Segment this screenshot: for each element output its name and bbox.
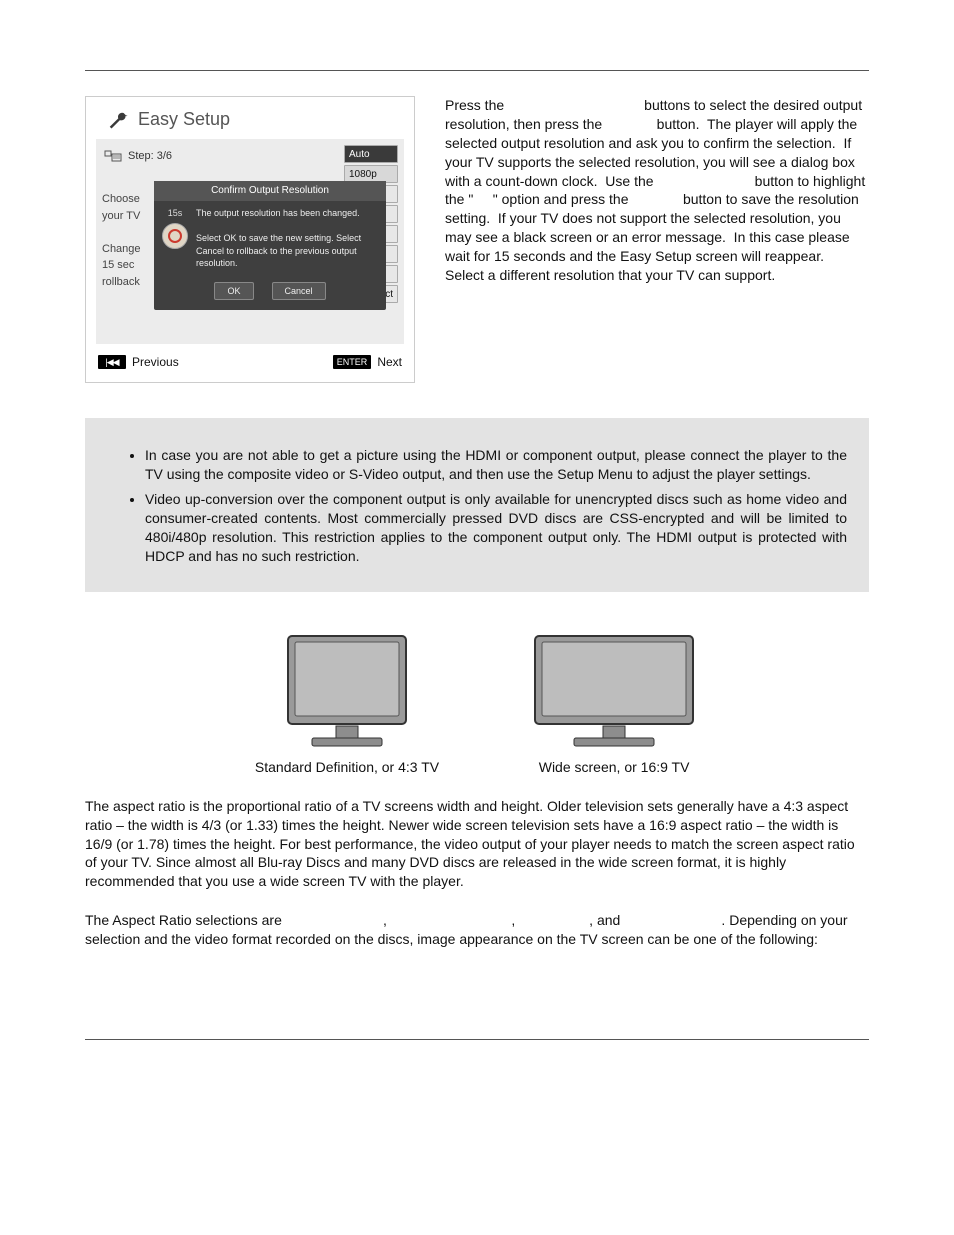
note-item: Video up-conversion over the component o… xyxy=(145,490,847,566)
dialog-body: 15s The output resolution has been chang… xyxy=(154,201,386,276)
timer-label: 15s xyxy=(168,207,183,219)
instruction-paragraph: Press the buttons to select the desired … xyxy=(445,96,869,285)
page-bottom-rule xyxy=(85,1039,869,1040)
aspect-ratio-paragraph-1: The aspect ratio is the proportional rat… xyxy=(85,797,869,891)
tv-4-3-block: Standard Definition, or 4:3 TV xyxy=(255,632,439,777)
tv-illustrations: Standard Definition, or 4:3 TV Wide scre… xyxy=(85,632,869,777)
dialog-title: Confirm Output Resolution xyxy=(154,181,386,201)
tv-16-9-block: Wide screen, or 16:9 TV xyxy=(529,632,699,777)
clock-icon xyxy=(162,223,188,249)
dialog-timer: 15s xyxy=(162,207,188,249)
step-label: Step: 3/6 xyxy=(128,149,172,164)
note-item: In case you are not able to get a pictur… xyxy=(145,446,847,484)
cancel-button[interactable]: Cancel xyxy=(272,282,326,300)
tv-4-3-caption: Standard Definition, or 4:3 TV xyxy=(255,758,439,777)
enter-key-icon: ENTER xyxy=(333,355,372,369)
easy-setup-title: Easy Setup xyxy=(138,107,230,131)
nav-next-label: Next xyxy=(377,354,402,370)
easy-setup-panel: Easy Setup Step: 3/6 Auto xyxy=(85,96,415,383)
wrench-icon xyxy=(106,107,130,131)
tv-16-9-caption: Wide screen, or 16:9 TV xyxy=(539,758,690,777)
option-auto[interactable]: Auto xyxy=(344,145,398,163)
tv-4-3-icon xyxy=(282,632,412,752)
dialog-buttons: OK Cancel xyxy=(154,276,386,310)
background-left-text: Choose your TV Change 15 sec rollback xyxy=(102,191,141,290)
page-top-rule xyxy=(85,70,869,71)
nav-next[interactable]: ENTER Next xyxy=(333,354,402,370)
note-box: In case you are not able to get a pictur… xyxy=(85,418,869,591)
step-icon xyxy=(104,150,122,164)
nav-previous[interactable]: Previous xyxy=(98,354,179,370)
prev-key-icon xyxy=(98,355,126,369)
easy-setup-header: Easy Setup xyxy=(96,105,404,139)
right-column: Press the buttons to select the desired … xyxy=(445,96,869,285)
nav-row: Previous ENTER Next xyxy=(96,344,404,370)
note-list: In case you are not able to get a pictur… xyxy=(107,446,847,565)
left-column: Easy Setup Step: 3/6 Auto xyxy=(85,96,415,383)
easy-setup-screenshot: Step: 3/6 Auto 1080p ct Choose your TV C… xyxy=(96,139,404,344)
aspect-ratio-paragraph-2: The Aspect Ratio selections are , , , an… xyxy=(85,911,869,949)
tv-16-9-icon xyxy=(529,632,699,752)
ok-button[interactable]: OK xyxy=(214,282,253,300)
confirm-dialog: Confirm Output Resolution 15s The output… xyxy=(154,181,386,310)
nav-previous-label: Previous xyxy=(132,354,179,370)
main-two-col: Easy Setup Step: 3/6 Auto xyxy=(85,96,869,383)
dialog-text: The output resolution has been changed. … xyxy=(196,207,378,270)
